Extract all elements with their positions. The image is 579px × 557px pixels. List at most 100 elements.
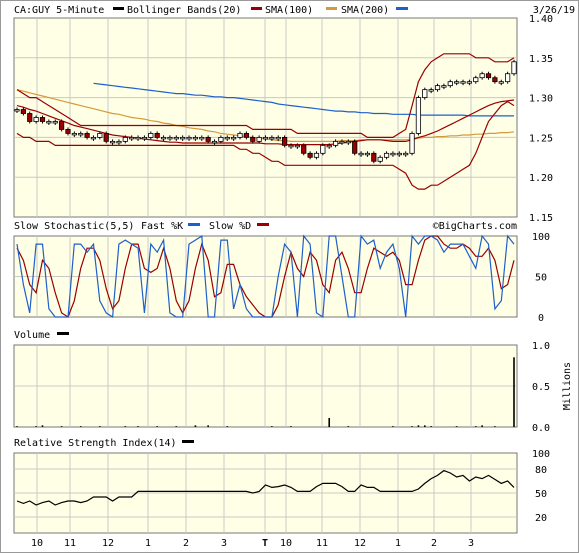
volume-bar	[79, 426, 82, 427]
candle	[454, 81, 460, 84]
volume-bar	[430, 426, 432, 427]
candle	[84, 133, 90, 138]
candle	[33, 117, 39, 122]
candle	[52, 121, 58, 124]
candle	[511, 61, 517, 75]
candle	[390, 152, 396, 156]
volume-bar	[35, 426, 37, 427]
candle	[205, 136, 211, 142]
candle	[313, 152, 320, 158]
volume-bar	[41, 425, 44, 427]
price-panel: 1.401.351.301.251.201.15 CA:GUY 5-Minute…	[13, 5, 575, 224]
candle	[415, 97, 422, 134]
volume-bar	[156, 426, 158, 427]
volume-bar	[455, 426, 458, 427]
x-tick-label: 3	[468, 538, 474, 549]
bollinger-legend-swatch	[113, 7, 124, 10]
x-tick-label: T	[262, 538, 268, 549]
candle	[447, 81, 453, 87]
candle	[466, 81, 472, 84]
volume-bar	[481, 425, 483, 427]
volume-panel: 1.0 0.5 0.0 Volume Millions	[13, 330, 573, 434]
sma100-legend-swatch	[251, 7, 262, 10]
candle	[109, 140, 116, 144]
candle	[39, 117, 46, 122]
volume-bar	[347, 426, 350, 427]
volume-unit-label: Millions	[562, 362, 573, 410]
candle	[492, 77, 498, 83]
candle	[103, 133, 109, 142]
candle	[20, 109, 26, 114]
x-tick-label: 10	[31, 538, 43, 549]
candle	[377, 156, 383, 162]
candle	[199, 136, 205, 140]
candle	[78, 133, 84, 136]
sma100-legend-label: SMA(100)	[265, 5, 313, 16]
volume-bar	[417, 425, 420, 427]
candle	[167, 136, 173, 140]
volume-bar	[494, 426, 496, 427]
candle	[339, 140, 345, 144]
y-tick-label: 1.15	[529, 213, 553, 224]
volume-title: Volume	[14, 330, 50, 341]
candle	[332, 140, 339, 146]
candle	[326, 144, 332, 148]
y-tick-label: 0.0	[532, 423, 550, 434]
slow-d-legend-label: Slow %D	[209, 221, 251, 232]
volume-bar	[99, 426, 101, 427]
candle	[498, 81, 504, 84]
y-tick-label: 0.5	[532, 382, 550, 393]
volume-bar	[513, 357, 515, 427]
x-tick-label: 11	[316, 538, 328, 549]
candle	[505, 73, 511, 83]
candle	[307, 152, 313, 158]
candle	[27, 113, 33, 122]
candle	[211, 140, 218, 144]
y-tick-label: 0	[538, 313, 544, 324]
candle	[192, 136, 199, 140]
volume-bar	[207, 425, 209, 427]
candle	[262, 136, 269, 140]
volume-bar	[328, 417, 331, 427]
candle	[250, 136, 256, 142]
candle	[148, 133, 154, 138]
x-tick-label: 1	[145, 538, 151, 549]
candle	[14, 109, 20, 112]
stochastic-panel: 100 50 0 Slow Stochastic(5,5) Fast %K Slow…	[13, 221, 550, 324]
candle	[256, 136, 262, 142]
volume-bar	[60, 426, 63, 427]
x-tick-label: 12	[354, 538, 366, 549]
candle	[122, 136, 128, 142]
x-tick-label: 11	[64, 538, 76, 549]
volume-bar	[137, 426, 139, 427]
symbol-label: CA:GUY 5-Minute	[14, 5, 104, 16]
candle	[364, 152, 371, 156]
candle	[46, 121, 52, 124]
candle	[141, 136, 148, 140]
volume-bar	[411, 426, 413, 427]
chart-root: 1.40 1.35 1.30 1.25 1.20 1.15 CA:GUY 5-Minute…	[0, 0, 579, 553]
x-tick-label: 2	[431, 538, 437, 549]
watermark: ©BigCharts.com	[433, 221, 517, 232]
y-tick-label: 1.25	[529, 133, 553, 144]
slow-d-legend-swatch	[257, 223, 269, 226]
candle	[288, 144, 294, 148]
candle	[403, 152, 409, 156]
volume-bar	[271, 426, 273, 427]
fast-k-legend-label: Fast %K	[141, 221, 183, 232]
volume-legend-swatch	[57, 332, 69, 335]
candle	[186, 136, 192, 140]
candle	[269, 136, 275, 140]
candle	[434, 85, 441, 91]
candle	[135, 136, 141, 140]
y-tick-label: 80	[535, 465, 547, 476]
blue-line-legend-swatch	[396, 7, 408, 10]
candle	[345, 140, 351, 144]
volume-bar	[290, 426, 292, 427]
x-tick-label: 2	[183, 538, 189, 549]
x-tick-label: 1	[395, 538, 401, 549]
volume-bar	[194, 425, 197, 427]
candle	[320, 144, 326, 154]
y-tick-label: 1.0	[532, 341, 550, 352]
fast-k-legend-swatch	[188, 223, 200, 226]
